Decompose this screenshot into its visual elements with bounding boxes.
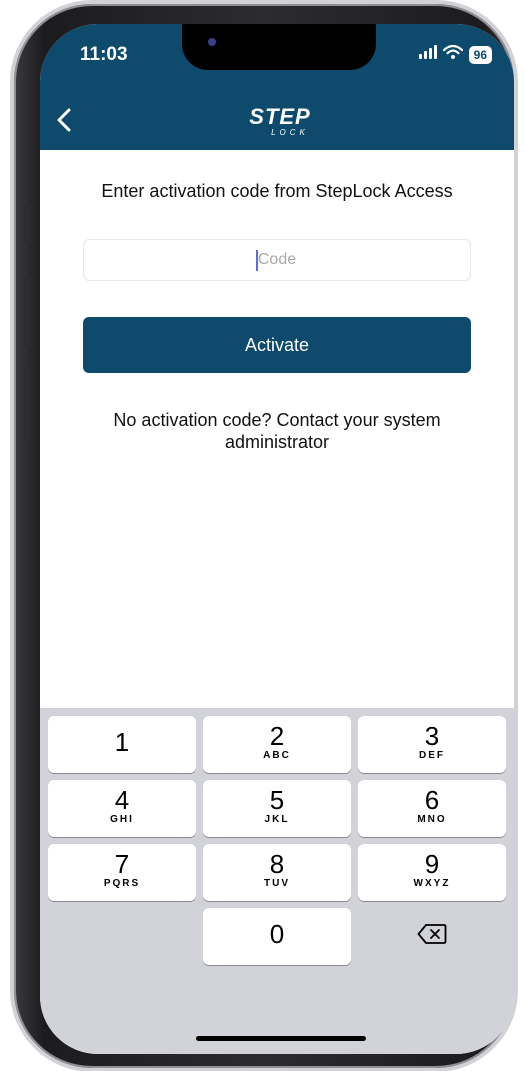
logo-sub-text: LOCK <box>271 128 309 137</box>
key-6[interactable]: 6 MNO <box>358 780 506 837</box>
key-5[interactable]: 5 JKL <box>203 780 351 837</box>
key-letters: MNO <box>417 814 447 825</box>
key-letters: JKL <box>264 814 290 825</box>
text-cursor <box>256 250 258 271</box>
key-digit: 5 <box>269 785 285 815</box>
front-camera <box>208 38 216 46</box>
phone-screen: 11:03 96 STEP LOCK Enter activation code… <box>40 24 514 1054</box>
backspace-icon <box>417 923 447 950</box>
key-digit: 2 <box>269 721 285 751</box>
status-time: 11:03 <box>80 44 128 65</box>
key-digit: 1 <box>114 727 130 757</box>
volume-down-button <box>24 370 30 442</box>
key-letters: PQRS <box>103 878 141 889</box>
notch <box>182 24 376 70</box>
key-digit: 7 <box>114 849 130 879</box>
key-2[interactable]: 2 ABC <box>203 716 351 773</box>
key-digit: 8 <box>269 849 285 879</box>
key-0[interactable]: 0 <box>203 908 351 965</box>
activate-button[interactable]: Activate <box>83 317 471 373</box>
key-8[interactable]: 8 TUV <box>203 844 351 901</box>
mute-switch <box>24 204 30 244</box>
app-header: 11:03 96 STEP LOCK <box>40 24 514 150</box>
wifi-icon <box>442 44 463 64</box>
activation-code-input[interactable] <box>83 239 471 281</box>
volume-up-button <box>24 276 30 348</box>
key-letters: TUV <box>264 878 290 889</box>
logo-main-text: STEP <box>249 104 311 129</box>
key-9[interactable]: 9 WXYZ <box>358 844 506 901</box>
key-letters: WXYZ <box>413 878 451 889</box>
no-code-help-text: No activation code? Contact your system … <box>113 410 441 452</box>
battery-indicator: 96 <box>468 45 492 64</box>
key-4[interactable]: 4 GHI <box>48 780 196 837</box>
home-indicator[interactable] <box>196 1036 366 1041</box>
status-indicators: 96 <box>418 44 492 64</box>
key-letters: DEF <box>419 750 445 761</box>
key-letters: ABC <box>263 750 291 761</box>
key-digit: 9 <box>424 849 440 879</box>
key-3[interactable]: 3 DEF <box>358 716 506 773</box>
key-digit: 3 <box>424 721 440 751</box>
key-letters: GHI <box>110 814 134 825</box>
back-button[interactable] <box>50 106 78 138</box>
activation-prompt: Enter activation code from StepLock Acce… <box>101 181 453 201</box>
delete-key[interactable] <box>358 908 506 965</box>
key-7[interactable]: 7 PQRS <box>48 844 196 901</box>
chevron-left-icon <box>56 107 72 138</box>
steplock-logo: STEP LOCK <box>240 106 320 142</box>
numeric-keypad: 1 2 ABC 3 DEF 4 GHI 5 JKL 6 MNO 7 PQRS 8… <box>40 708 514 1054</box>
key-digit: 0 <box>269 919 285 949</box>
key-digit: 4 <box>114 785 130 815</box>
key-digit: 6 <box>424 785 440 815</box>
key-1[interactable]: 1 <box>48 716 196 773</box>
cellular-signal-icon <box>418 45 437 64</box>
